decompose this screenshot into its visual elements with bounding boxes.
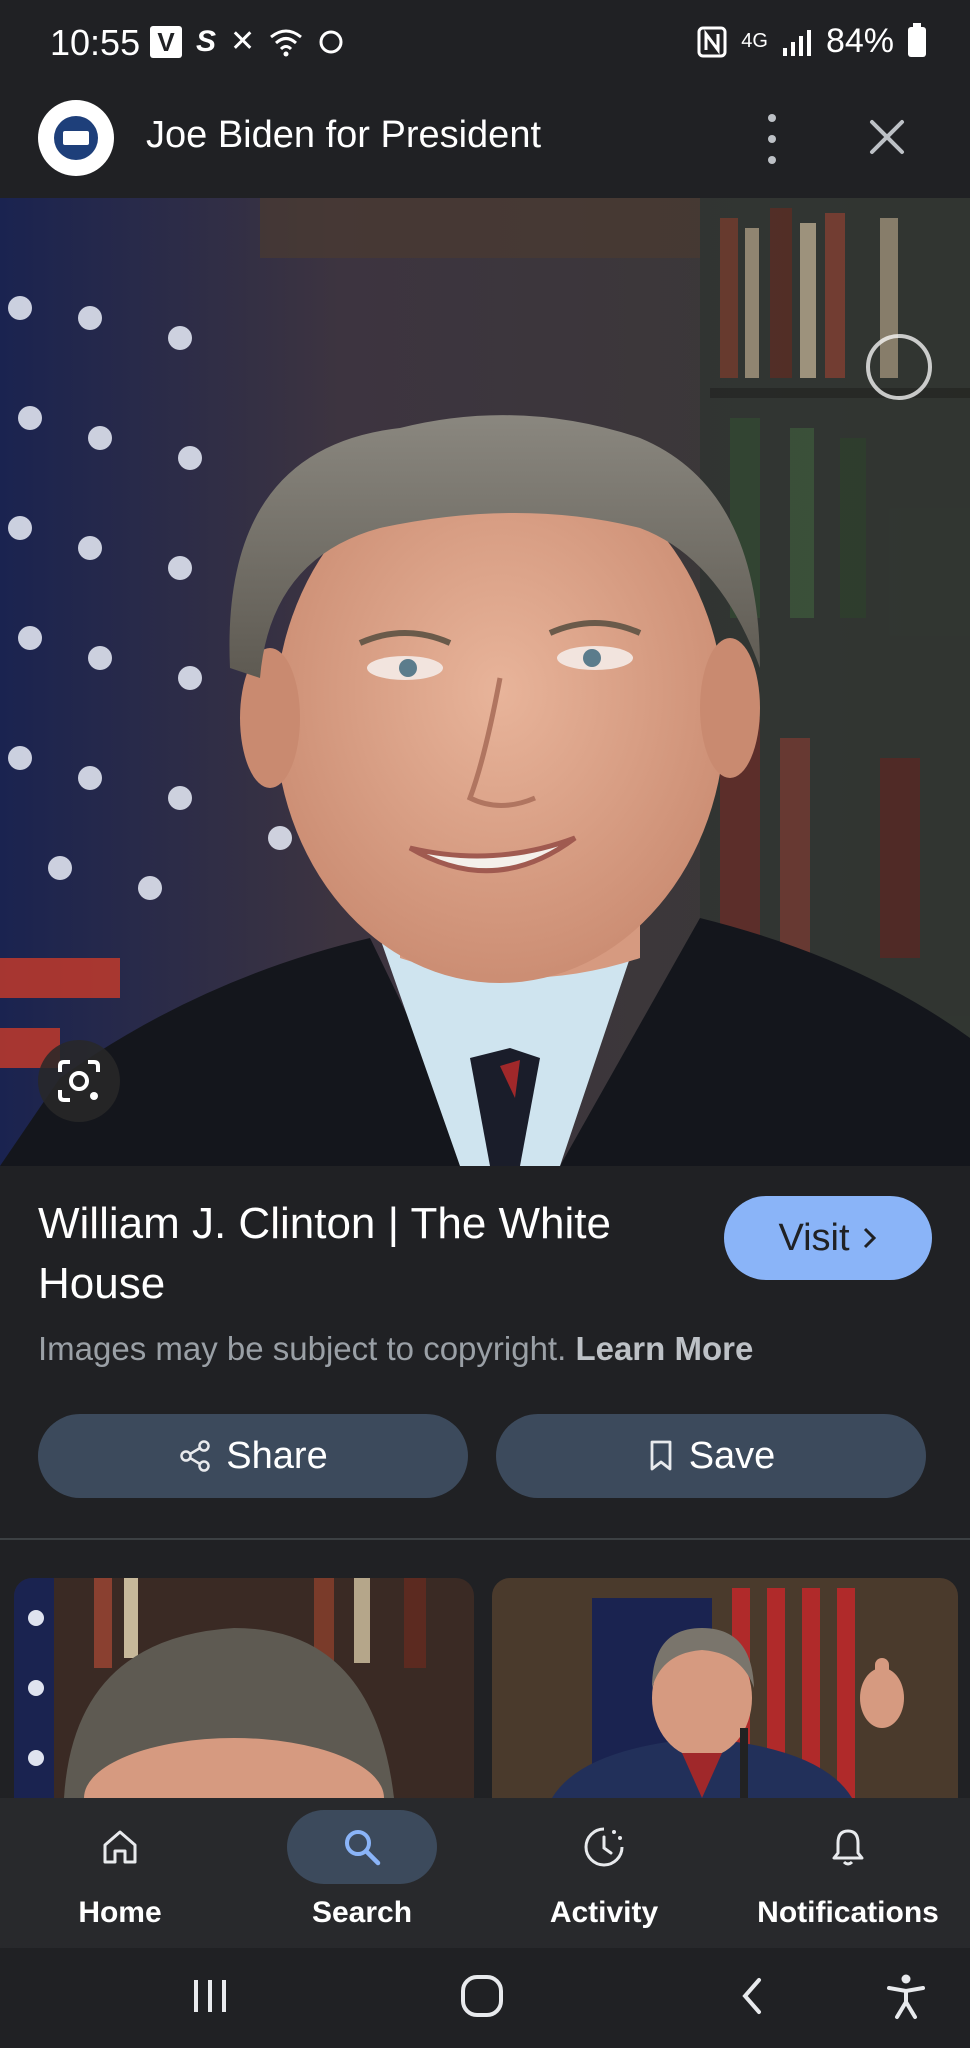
share-icon [180,1440,211,1472]
select-circle-icon[interactable] [866,334,932,400]
more-options-icon[interactable] [756,114,788,164]
result-title: William J. Clinton | The White House [38,1199,611,1308]
nav-search[interactable]: Search [242,1798,482,1948]
close-icon[interactable] [864,114,910,160]
search-icon [345,1830,381,1866]
battery-percent: 84% [825,22,894,60]
share-label: Share [226,1434,328,1477]
nfc-icon [697,26,727,57]
battery-icon [908,22,926,57]
back-icon [742,1978,761,2014]
nav-search-label: Search [311,1896,413,1929]
missed-call-icon: ✕ [230,25,256,58]
back-button[interactable] [722,1966,782,2026]
v-app-icon: V [150,26,182,58]
nav-activity-label: Activity [549,1896,659,1929]
related-image[interactable] [14,1578,474,1798]
lens-icon[interactable] [38,1040,120,1122]
nav-notifications[interactable]: Notifications [728,1798,968,1948]
copyright-notice: Images may be subject to copyright. Lear… [38,1330,753,1368]
visit-label: Visit [778,1216,850,1259]
signal-icon [782,29,811,56]
home-button[interactable] [452,1966,512,2026]
nav-activity[interactable]: Activity [484,1798,724,1948]
circle-icon [319,30,343,54]
copyright-text: Images may be subject to copyright. [38,1330,567,1367]
nav-home[interactable]: Home [0,1798,240,1948]
page-title: Joe Biden for President [146,114,542,156]
network-type: 4G [741,30,768,52]
white-house-logo-icon [38,100,114,176]
recents-button[interactable] [180,1966,240,2026]
chevron-right-icon [863,1227,876,1249]
status-bar: 10:55 V S ✕ 4G 84% [0,0,970,92]
share-button[interactable]: Share [38,1414,468,1498]
accessibility-button[interactable] [876,1966,936,2026]
nav-home-label: Home [78,1896,162,1929]
home-icon [103,1830,137,1864]
system-navigation [0,1948,970,2048]
visit-button[interactable]: Visit [724,1196,932,1280]
s-app-icon: S [196,25,217,58]
status-time: 10:55 [50,22,141,63]
viewer-header: Joe Biden for President [0,92,970,196]
nav-notifications-label: Notifications [757,1896,939,1929]
save-button[interactable]: Save [496,1414,926,1498]
wifi-icon [270,29,303,57]
result-image[interactable] [0,198,970,1166]
learn-more-link[interactable]: Learn More [575,1330,753,1367]
recents-icon [194,1980,226,2012]
bottom-navigation: Home Search Activity Notifications [0,1798,970,1948]
bell-icon [832,1829,864,1866]
home-circle-icon [461,1975,503,2017]
divider [0,1538,970,1540]
save-label: Save [688,1434,776,1477]
bookmark-icon [650,1440,672,1471]
activity-icon [584,1827,624,1867]
accessibility-icon [887,1974,925,2019]
related-image[interactable] [492,1578,958,1798]
